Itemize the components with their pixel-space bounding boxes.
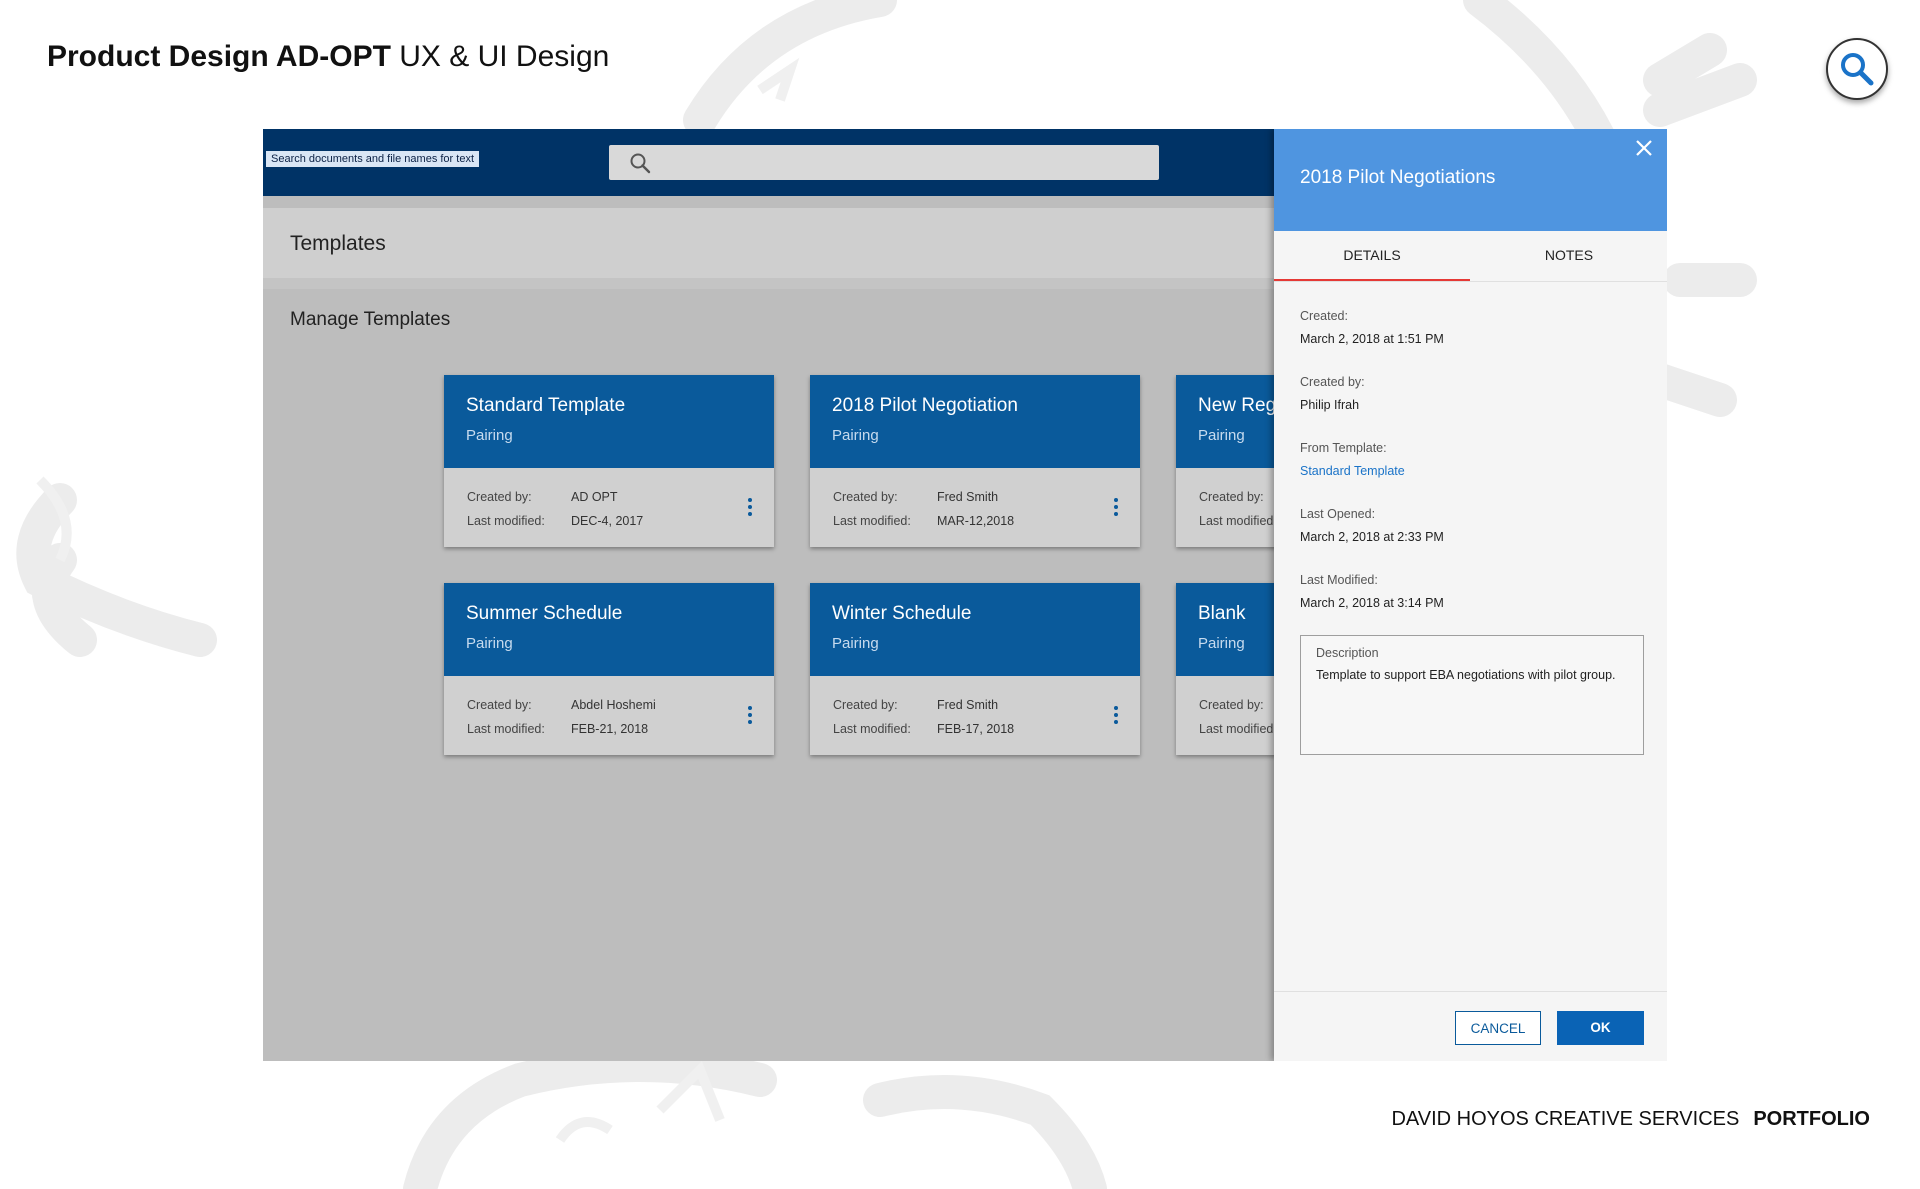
tab-details[interactable]: DETAILS [1274,231,1470,281]
created-by-label: Created by: [467,698,532,712]
field-from-template: From Template: Standard Template [1300,441,1405,478]
field-value: March 2, 2018 at 3:14 PM [1300,596,1444,610]
template-card-winter-schedule[interactable]: Winter Schedule Pairing Created by: Fred … [810,583,1140,755]
manage-templates-title: Manage Templates [290,309,451,330]
field-last-opened: Last Opened: March 2, 2018 at 2:33 PM [1300,507,1444,544]
field-label: From Template: [1300,441,1387,455]
card-meta: Created by: Abdel Hoshemi Last modified: F… [467,693,656,741]
card-type: Pairing [466,635,513,652]
created-by-value: AD OPT [571,490,618,504]
created-by-value: Abdel Hoshemi [571,698,656,712]
footer-studio: DAVID HOYOS CREATIVE SERVICES [1391,1108,1740,1130]
search-icon [1841,53,1874,86]
last-modified-label: Last modified: [467,722,545,736]
templates-title: Templates [290,232,386,255]
page-title-rest: UX & UI Design [390,40,610,73]
field-label: Last Modified: [1300,573,1378,587]
field-label: Created by: [1300,375,1365,389]
more-options-icon[interactable] [1112,705,1120,727]
panel-header: 2018 Pilot Negotiations [1274,129,1667,231]
description-textarea[interactable]: Description Template to support EBA nego… [1300,635,1644,755]
created-by-label: Created by: [467,490,532,504]
app-window: Search documents and file names for text… [263,129,1667,1061]
created-by-label: Created by: [833,490,898,504]
last-modified-value: MAR-12,2018 [937,514,1015,528]
page-title: Product Design AD-OPT UX & UI Design [47,40,609,74]
card-meta: Created by: Fred Smith Last modified: MAR-… [833,485,1014,533]
card-type: Pairing [1198,427,1245,444]
field-label: Created: [1300,309,1348,323]
card-title: Standard Template [466,395,626,416]
from-template-link[interactable]: Standard Template [1300,464,1405,478]
card-type: Pairing [1198,635,1245,652]
details-panel: 2018 Pilot Negotiations DETAILS NOTES Cr… [1274,129,1667,1061]
last-modified-label: Last modified: [833,722,911,736]
field-value: March 2, 2018 at 2:33 PM [1300,530,1444,544]
field-created: Created: March 2, 2018 at 1:51 PM [1300,309,1444,346]
more-options-icon[interactable] [746,705,754,727]
template-card-summer-schedule[interactable]: Summer Schedule Pairing Created by: Abdel… [444,583,774,755]
card-title: Blank [1198,603,1246,624]
card-meta: Created by: AD OPT Last modified: DEC-4, 2… [467,485,643,533]
field-last-modified: Last Modified: March 2, 2018 at 3:14 PM [1300,573,1444,610]
search-input[interactable] [659,145,1153,182]
more-options-icon[interactable] [1112,497,1120,519]
card-header: Summer Schedule Pairing [444,583,774,676]
last-modified-label: Last modified: [467,514,545,528]
last-modified-label: Last modified: [833,514,911,528]
search-icon [629,152,651,179]
description-label: Description [1316,646,1379,660]
template-card-pilot-negotiation[interactable]: 2018 Pilot Negotiation Pairing Created b… [810,375,1140,547]
ok-button[interactable]: OK [1557,1011,1644,1045]
last-modified-value: FEB-17, 2018 [937,722,1015,736]
card-title: Summer Schedule [466,603,623,624]
footer-credit: DAVID HOYOS CREATIVE SERVICES PORTFOLIO [1391,1108,1870,1131]
description-text: Template to support EBA negotiations wit… [1316,668,1616,682]
created-by-label: Created by: [833,698,898,712]
zoom-search-button[interactable] [1826,38,1888,100]
search-box[interactable] [609,145,1159,182]
card-title: Winter Schedule [832,603,972,624]
panel-title: 2018 Pilot Negotiations [1300,167,1496,188]
field-value: March 2, 2018 at 1:51 PM [1300,332,1444,346]
created-by-value: Fred Smith [937,698,999,712]
more-options-icon[interactable] [746,497,754,519]
card-type: Pairing [832,635,879,652]
page-title-bold: Product Design AD-OPT [47,40,391,73]
template-card-standard[interactable]: Standard Template Pairing Created by: AD … [444,375,774,547]
close-icon[interactable] [1633,137,1655,159]
card-meta: Created by: Fred Smith Last modified: FEB-… [833,693,1014,741]
panel-footer-divider [1274,991,1667,992]
search-tooltip: Search documents and file names for text [266,151,479,167]
tabs-divider [1274,281,1667,282]
field-created-by: Created by: Philip Ifrah [1300,375,1365,412]
panel-tabs: DETAILS NOTES [1274,231,1667,281]
field-value: Philip Ifrah [1300,398,1360,412]
card-header: Winter Schedule Pairing [810,583,1140,676]
created-by-value: Fred Smith [937,490,999,504]
card-type: Pairing [466,427,513,444]
card-title: 2018 Pilot Negotiation [832,395,1018,416]
card-header: Standard Template Pairing [444,375,774,468]
last-modified-value: FEB-21, 2018 [571,722,649,736]
cancel-button[interactable]: CANCEL [1455,1011,1541,1045]
footer-portfolio: PORTFOLIO [1753,1108,1870,1130]
card-type: Pairing [832,427,879,444]
last-modified-value: DEC-4, 2017 [571,514,644,528]
field-label: Last Opened: [1300,507,1376,521]
card-header: 2018 Pilot Negotiation Pairing [810,375,1140,468]
tab-notes[interactable]: NOTES [1471,231,1667,279]
